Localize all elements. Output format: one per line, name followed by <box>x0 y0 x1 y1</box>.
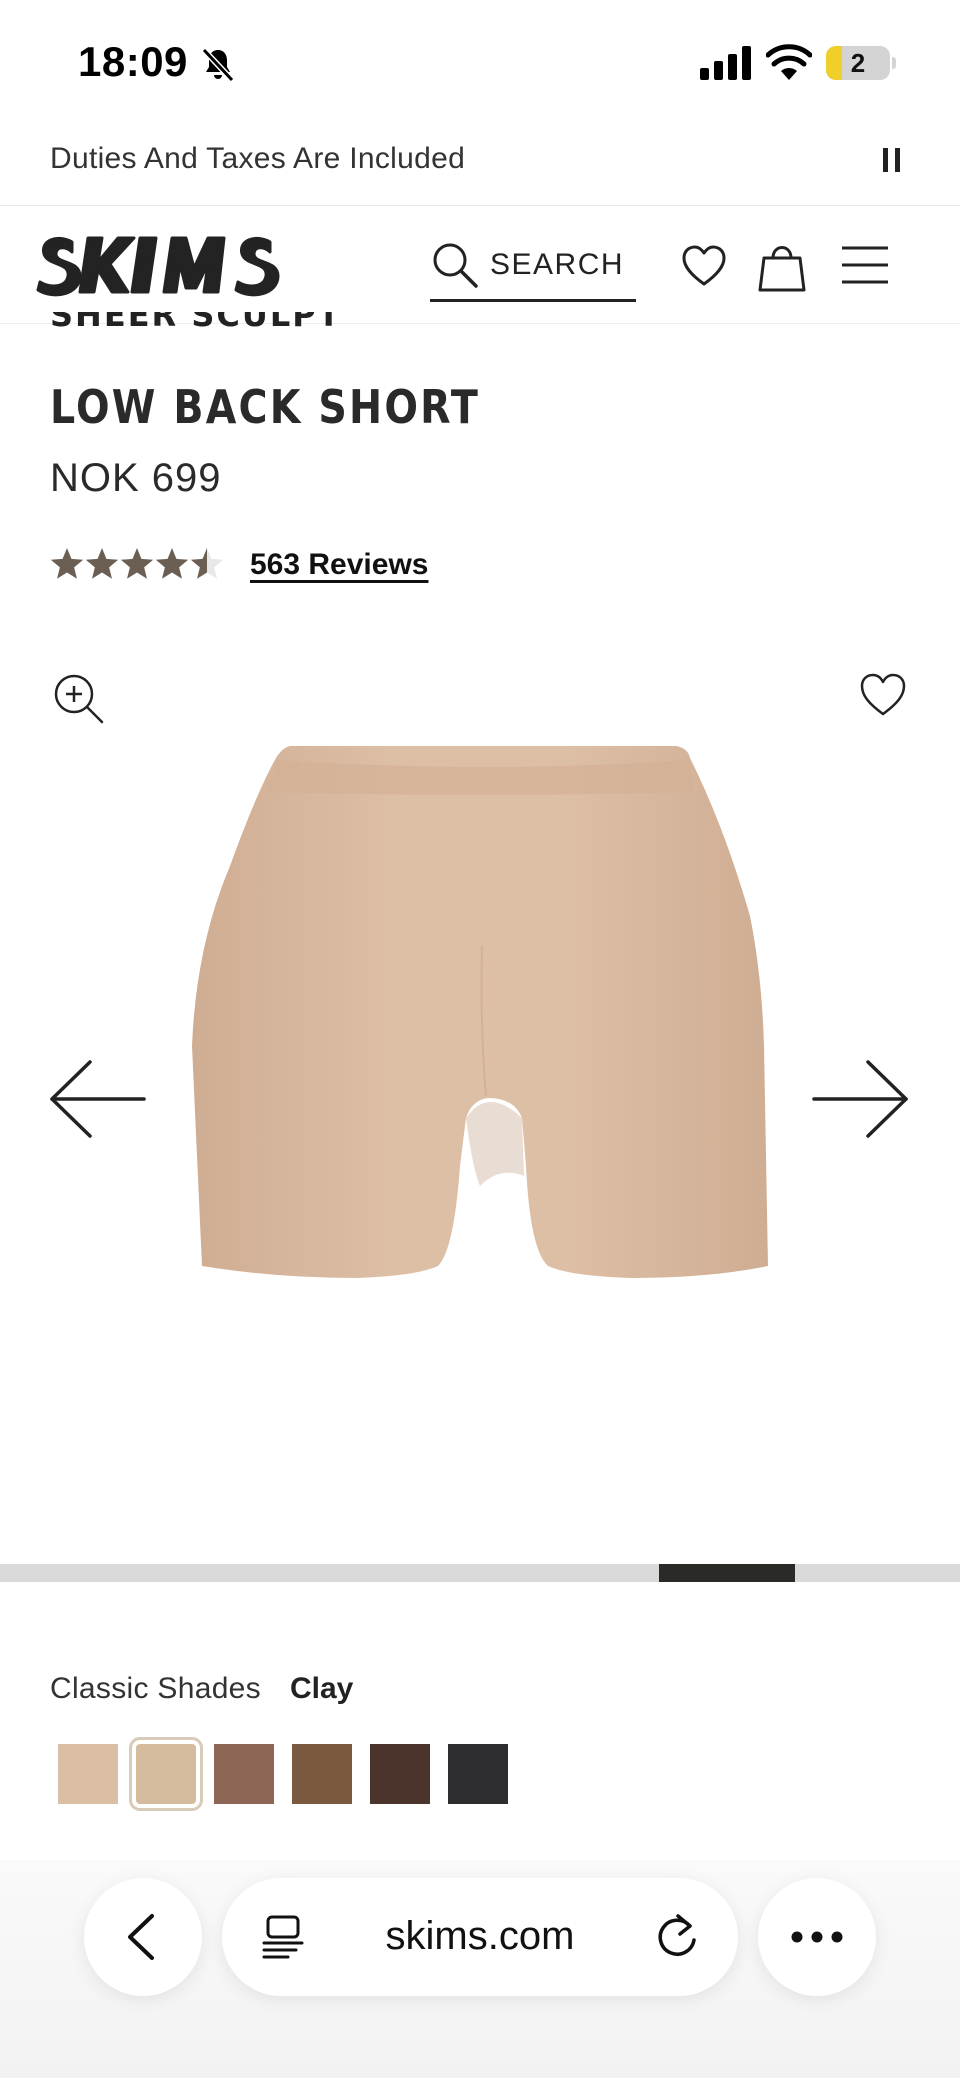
arrow-left-icon[interactable] <box>48 1058 146 1140</box>
shade-swatch[interactable] <box>448 1744 508 1804</box>
shade-swatch[interactable] <box>58 1744 118 1804</box>
search-label: SEARCH <box>490 248 625 281</box>
shade-swatch[interactable] <box>292 1744 352 1804</box>
battery-icon: 2 <box>826 46 896 80</box>
status-time: 18:09 <box>78 38 188 85</box>
reload-icon[interactable] <box>654 1912 700 1960</box>
back-button[interactable] <box>84 1878 202 1996</box>
pause-icon[interactable] <box>878 146 906 176</box>
product-gallery <box>0 650 960 1582</box>
more-button[interactable] <box>758 1878 876 1996</box>
product-title: LOW BACK SHORT <box>50 380 481 434</box>
reviews-link[interactable]: 563 Reviews <box>250 548 428 582</box>
shopping-bag-icon[interactable] <box>758 240 806 292</box>
hamburger-menu-icon[interactable] <box>840 244 890 286</box>
shades-group-label: Classic Shades <box>50 1672 261 1705</box>
site-header: SEARCH <box>0 206 960 324</box>
star-rating <box>50 548 224 579</box>
status-bar: 18:09 2 <box>0 0 960 130</box>
arrow-right-icon[interactable] <box>812 1058 910 1140</box>
star-icon <box>155 548 189 579</box>
wifi-icon <box>766 44 812 80</box>
star-icon <box>85 548 119 579</box>
selected-shade-name: Clay <box>290 1672 354 1705</box>
address-bar[interactable]: skims.com <box>222 1878 738 1996</box>
product-price: NOK 699 <box>50 456 222 500</box>
shade-swatch[interactable] <box>214 1744 274 1804</box>
search-button[interactable]: SEARCH <box>430 234 636 302</box>
browser-toolbar: skims.com <box>0 1860 960 2078</box>
announcement-text: Duties And Taxes Are Included <box>50 142 466 175</box>
shade-swatch[interactable] <box>370 1744 430 1804</box>
product-image[interactable] <box>190 746 770 1302</box>
carousel-progress[interactable] <box>0 1564 960 1582</box>
shade-swatch[interactable] <box>129 1737 203 1811</box>
more-icon <box>791 1931 843 1943</box>
bell-slash-icon <box>201 47 235 83</box>
battery-level: 2 <box>850 48 866 78</box>
carousel-progress-thumb[interactable] <box>659 1564 795 1582</box>
favorite-heart-icon[interactable] <box>858 670 908 720</box>
star-icon <box>190 548 224 579</box>
cellular-signal-icon <box>700 46 751 80</box>
star-icon <box>120 548 154 579</box>
zoom-in-icon[interactable] <box>52 672 106 726</box>
search-icon <box>433 243 478 288</box>
announcement-bar: Duties And Taxes Are Included <box>0 130 960 206</box>
star-icon <box>50 548 84 579</box>
chevron-left-icon <box>128 1914 154 1960</box>
skims-logo[interactable] <box>36 228 280 300</box>
wishlist-heart-icon[interactable] <box>680 242 728 290</box>
product-collection[interactable]: SHEER SCULPT <box>50 312 342 332</box>
